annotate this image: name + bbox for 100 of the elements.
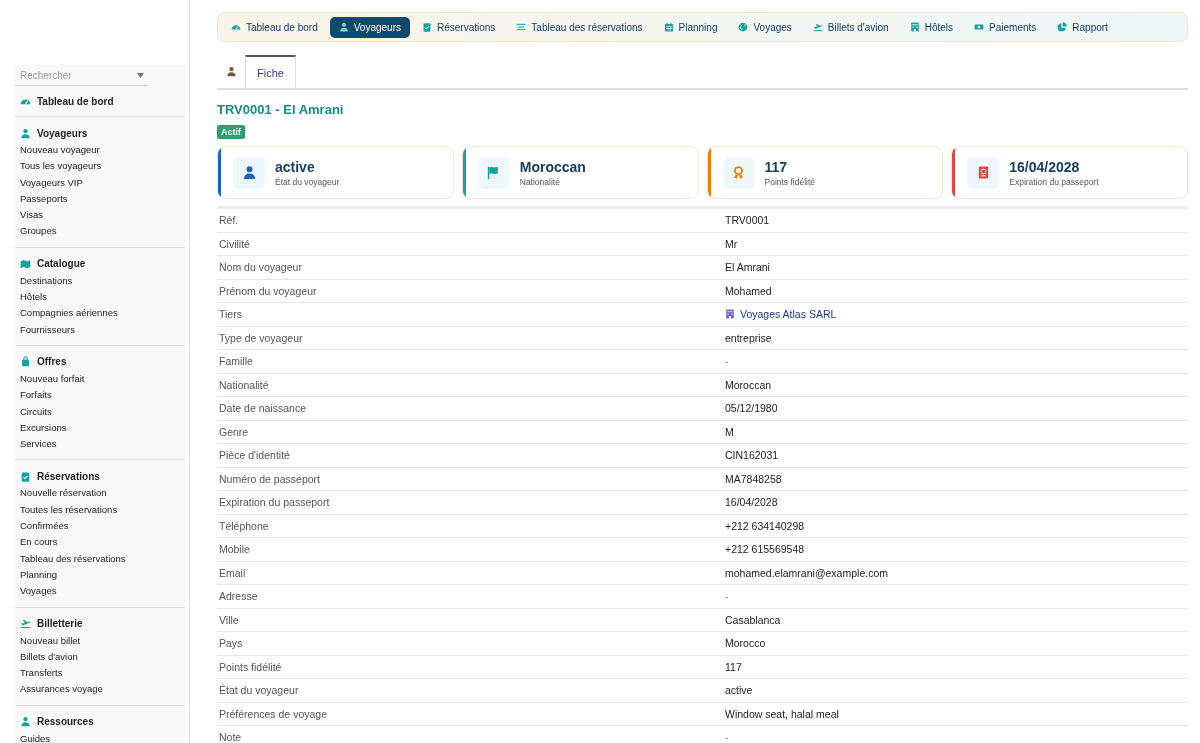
stat-label: Nationalité: [519, 176, 561, 187]
sidebar-item[interactable]: Guides: [20, 730, 185, 743]
field-label: Civilité: [218, 237, 251, 250]
sidebar-item[interactable]: Billets d'avion: [20, 648, 185, 666]
nav-tab[interactable]: Voyageurs: [329, 16, 410, 38]
sidebar-item[interactable]: Nouveau billet: [20, 632, 185, 649]
building-icon: [909, 22, 920, 32]
banknote-icon: [974, 22, 985, 32]
sidebar-section[interactable]: Tableau de bord: [20, 93, 185, 109]
field-label: Prénom du voyageur: [218, 284, 318, 297]
sidebar-item[interactable]: Circuits: [20, 403, 185, 420]
nav-tab[interactable]: Tableau des réservations: [507, 16, 652, 38]
nav-tab[interactable]: Voyages: [729, 16, 801, 38]
field-label: Réf.: [218, 214, 240, 227]
stat-value: 16/04/2028: [1009, 158, 1081, 175]
field-label: Email: [218, 566, 247, 579]
map-icon: [20, 258, 31, 270]
field-value: +212 615569548: [725, 543, 805, 556]
sidebar-item[interactable]: Voyageurs VIP: [20, 174, 185, 191]
sidebar-item[interactable]: Fournisseurs: [20, 321, 185, 338]
nav-tab[interactable]: Hôtels: [900, 16, 963, 38]
field-label: Date de naissance: [218, 402, 307, 415]
sidebar-section[interactable]: Catalogue: [20, 255, 185, 272]
field-label: Type de voyageur: [218, 331, 304, 344]
field-value: -: [725, 355, 729, 368]
field-value: -: [725, 731, 729, 743]
sidebar-item[interactable]: Assurances voyage: [20, 681, 185, 698]
sidebar-item[interactable]: Voyages: [20, 583, 185, 600]
field-label: Ville: [218, 613, 240, 626]
sidebar-item[interactable]: Passeports: [20, 190, 185, 208]
field-label: Numéro de passeport: [218, 472, 321, 485]
field-value: +212 634140298: [725, 519, 805, 532]
sidebar-section[interactable]: Ressources: [20, 713, 185, 730]
field-label: Pièce d'identité: [218, 449, 291, 462]
field-value: Moroccan: [725, 378, 772, 391]
person-icon: [225, 66, 237, 77]
sidebar-item[interactable]: Tableau des réservations: [20, 550, 185, 567]
nav-tab[interactable]: Paiements: [965, 16, 1046, 38]
sidebar-item[interactable]: Confirmées: [20, 518, 185, 535]
tiers-link[interactable]: Voyages Atlas SARL: [740, 308, 837, 321]
field-value: M: [725, 425, 734, 438]
field-value: MA7848258: [725, 472, 782, 485]
field-value: Mr: [725, 237, 738, 250]
field-value: Window seat, halal meal: [725, 707, 839, 720]
sidebar-item[interactable]: Excursions: [20, 419, 185, 437]
field-value: Morocco: [725, 637, 766, 650]
stat-label: État du voyageur: [275, 176, 340, 187]
sidebar-section[interactable]: Offres: [20, 353, 185, 370]
sidebar-item[interactable]: Services: [20, 436, 185, 453]
sidebar-item[interactable]: Transferts: [20, 665, 185, 682]
sidebar-section[interactable]: Billetterie: [20, 615, 185, 632]
field-label: Mobile: [218, 543, 251, 556]
field-label: Nom du voyageur: [218, 261, 303, 274]
plane-icon: [812, 22, 823, 32]
gauge-icon: [231, 22, 241, 32]
nav-tab[interactable]: Réservations: [413, 16, 505, 38]
field-value: active: [725, 684, 753, 697]
nav-tab[interactable]: Tableau de bord: [222, 16, 327, 38]
field-label: Adresse: [218, 590, 259, 603]
field-label: Téléphone: [218, 519, 270, 532]
sidebar-item[interactable]: En cours: [20, 534, 185, 551]
list-icon: [516, 22, 527, 32]
sidebar-item[interactable]: Nouvelle réservation: [20, 485, 185, 502]
field-label: Nationalité: [218, 378, 270, 391]
person-icon: [20, 716, 31, 728]
nav-tab[interactable]: Rapport: [1048, 16, 1117, 38]
sidebar-item[interactable]: Destinations: [20, 272, 185, 290]
field-value: CIN162031: [725, 449, 779, 462]
field-label: Préférences de voyage: [218, 707, 328, 720]
field-label: Genre: [218, 425, 250, 438]
sidebar-item[interactable]: Forfaits: [20, 387, 185, 404]
nav-tab[interactable]: Planning: [654, 16, 727, 38]
field-label: Expiration du passeport: [218, 496, 331, 509]
field-value: 05/12/1980: [725, 402, 778, 415]
search-field[interactable]: Rechercher: [15, 66, 148, 86]
tab[interactable]: Fiche: [245, 55, 296, 88]
field-label: Note: [218, 731, 243, 743]
field-label: Tiers: [218, 308, 243, 321]
sidebar-item[interactable]: Tous les voyageurs: [20, 158, 185, 175]
sidebar-section[interactable]: Réservations: [20, 468, 185, 485]
plane-icon: [20, 618, 31, 630]
clipboard-icon: [20, 470, 31, 482]
sidebar-item[interactable]: Hôtels: [20, 289, 185, 306]
sidebar-item[interactable]: Nouveau voyageur: [20, 142, 185, 159]
clipboard-icon: [422, 22, 432, 32]
sidebar-item[interactable]: Groupes: [20, 223, 185, 240]
field-label: Points fidélité: [218, 660, 283, 673]
field-value: entreprise: [725, 331, 772, 344]
sidebar-item[interactable]: Toutes les réservations: [20, 501, 185, 519]
sidebar-item[interactable]: Nouveau forfait: [20, 370, 185, 388]
sidebar-item[interactable]: Visas: [20, 207, 185, 224]
sidebar-item[interactable]: Compagnies aériennes: [20, 305, 185, 322]
pie-chart-icon: [1057, 22, 1068, 32]
nav-tab[interactable]: Billets d'avion: [803, 16, 898, 38]
person-icon: [241, 165, 257, 180]
sidebar-item[interactable]: Planning: [20, 566, 185, 584]
sidebar-section[interactable]: Voyageurs: [20, 125, 185, 141]
field-value: Mohamed: [725, 284, 772, 297]
field-value: mohamed.elamrani@example.com: [725, 566, 888, 579]
stat-label: Points fidélité: [764, 176, 816, 187]
